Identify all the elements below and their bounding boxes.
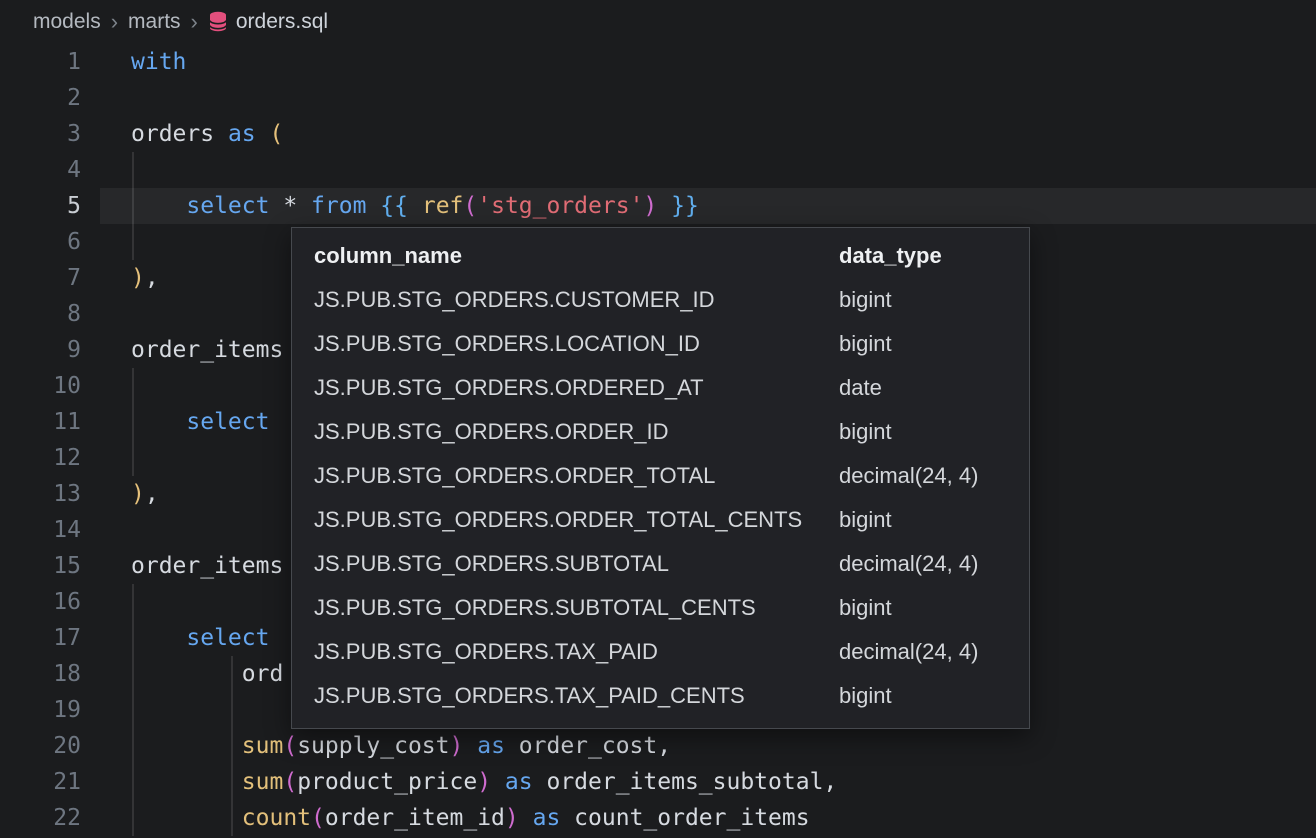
data-type-cell: bigint bbox=[839, 507, 1029, 533]
data-type-cell: decimal(24, 4) bbox=[839, 463, 1029, 489]
column-name-cell: JS.PUB.STG_ORDERS.TAX_PAID bbox=[314, 639, 839, 665]
data-type-cell: bigint bbox=[839, 419, 1029, 445]
column-name-cell: JS.PUB.STG_ORDERS.TAX_PAID_CENTS bbox=[314, 683, 839, 709]
popup-row: JS.PUB.STG_ORDERS.ORDERED_ATdate bbox=[292, 366, 1029, 410]
breadcrumb-item-models[interactable]: models bbox=[33, 10, 101, 34]
data-type-cell: bigint bbox=[839, 683, 1029, 709]
indent-guide bbox=[132, 584, 134, 620]
data-type-cell: decimal(24, 4) bbox=[839, 551, 1029, 577]
column-name-cell: JS.PUB.STG_ORDERS.SUBTOTAL_CENTS bbox=[314, 595, 839, 621]
line-number: 21 bbox=[0, 764, 81, 800]
column-name-cell: JS.PUB.STG_ORDERS.LOCATION_ID bbox=[314, 331, 839, 357]
column-name-cell: JS.PUB.STG_ORDERS.ORDER_TOTAL bbox=[314, 463, 839, 489]
popup-row: JS.PUB.STG_ORDERS.SUBTOTAL_CENTSbigint bbox=[292, 586, 1029, 630]
breadcrumb-item-orders-sql[interactable]: orders.sql bbox=[236, 10, 328, 34]
popup-row: JS.PUB.STG_ORDERS.TAX_PAID_CENTSbigint bbox=[292, 674, 1029, 718]
data-type-header: data_type bbox=[839, 243, 1029, 269]
indent-guide bbox=[132, 440, 134, 476]
data-type-cell: decimal(24, 4) bbox=[839, 639, 1029, 665]
popup-header-row: column_namedata_type bbox=[292, 234, 1029, 278]
data-type-cell: date bbox=[839, 375, 1029, 401]
code-line-text[interactable]: select bbox=[131, 620, 269, 656]
line-number: 17 bbox=[0, 620, 81, 656]
code-line-text[interactable]: ), bbox=[131, 476, 159, 512]
line-number: 15 bbox=[0, 548, 81, 584]
line-number: 4 bbox=[0, 152, 81, 188]
line-number: 22 bbox=[0, 800, 81, 836]
code-line-text[interactable]: sum(product_price) as order_items_subtot… bbox=[131, 764, 837, 800]
code-line: 20 sum(supply_cost) as order_cost, bbox=[0, 728, 1316, 764]
line-number: 12 bbox=[0, 440, 81, 476]
column-name-cell: JS.PUB.STG_ORDERS.ORDER_TOTAL_CENTS bbox=[314, 507, 839, 533]
breadcrumb-item-marts[interactable]: marts bbox=[128, 10, 181, 34]
data-type-cell: bigint bbox=[839, 331, 1029, 357]
column-name-header: column_name bbox=[314, 243, 839, 269]
code-line: 5 select * from {{ ref('stg_orders') }} bbox=[0, 188, 1316, 224]
breadcrumb-separator: › bbox=[190, 11, 199, 33]
line-number: 11 bbox=[0, 404, 81, 440]
column-name-cell: JS.PUB.STG_ORDERS.ORDERED_AT bbox=[314, 375, 839, 401]
line-number: 14 bbox=[0, 512, 81, 548]
indent-guide bbox=[132, 692, 134, 728]
line-number: 16 bbox=[0, 584, 81, 620]
popup-row: JS.PUB.STG_ORDERS.SUBTOTALdecimal(24, 4) bbox=[292, 542, 1029, 586]
indent-guide bbox=[132, 368, 134, 404]
line-number: 18 bbox=[0, 656, 81, 692]
breadcrumb-separator: › bbox=[110, 11, 119, 33]
code-line: 21 sum(product_price) as order_items_sub… bbox=[0, 764, 1316, 800]
code-line-text[interactable]: count(order_item_id) as count_order_item… bbox=[131, 800, 810, 836]
popup-row: JS.PUB.STG_ORDERS.ORDER_TOTALdecimal(24,… bbox=[292, 454, 1029, 498]
indent-guide bbox=[132, 224, 134, 260]
popup-row: JS.PUB.STG_ORDERS.LOCATION_IDbigint bbox=[292, 322, 1029, 366]
line-number: 3 bbox=[0, 116, 81, 152]
code-line: 4 bbox=[0, 152, 1316, 188]
column-info-popup: column_namedata_typeJS.PUB.STG_ORDERS.CU… bbox=[291, 227, 1030, 729]
popup-row: JS.PUB.STG_ORDERS.CUSTOMER_IDbigint bbox=[292, 278, 1029, 322]
column-name-cell: JS.PUB.STG_ORDERS.CUSTOMER_ID bbox=[314, 287, 839, 313]
code-line: 2 bbox=[0, 80, 1316, 116]
code-line-text[interactable]: order_items bbox=[131, 548, 283, 584]
code-line-text[interactable]: sum(supply_cost) as order_cost, bbox=[131, 728, 671, 764]
code-line-text[interactable]: select * from {{ ref('stg_orders') }} bbox=[131, 188, 699, 224]
line-number: 9 bbox=[0, 332, 81, 368]
code-line: 1 with bbox=[0, 44, 1316, 80]
popup-row: JS.PUB.STG_ORDERS.ORDER_IDbigint bbox=[292, 410, 1029, 454]
data-type-cell: bigint bbox=[839, 595, 1029, 621]
column-name-cell: JS.PUB.STG_ORDERS.SUBTOTAL bbox=[314, 551, 839, 577]
code-line-text[interactable]: with bbox=[131, 44, 186, 80]
line-number: 19 bbox=[0, 692, 81, 728]
line-number: 1 bbox=[0, 44, 81, 80]
line-number: 2 bbox=[0, 80, 81, 116]
breadcrumb: models › marts › orders.sql bbox=[0, 0, 1316, 44]
line-number: 10 bbox=[0, 368, 81, 404]
column-name-cell: JS.PUB.STG_ORDERS.ORDER_ID bbox=[314, 419, 839, 445]
indent-guide bbox=[231, 692, 233, 728]
code-line-text[interactable]: order_items bbox=[131, 332, 283, 368]
line-number: 8 bbox=[0, 296, 81, 332]
code-line-text[interactable]: ord bbox=[131, 656, 283, 692]
code-line: 22 count(order_item_id) as count_order_i… bbox=[0, 800, 1316, 836]
code-line-text[interactable]: ), bbox=[131, 260, 159, 296]
line-number: 6 bbox=[0, 224, 81, 260]
code-line: 3 orders as ( bbox=[0, 116, 1316, 152]
popup-row: JS.PUB.STG_ORDERS.ORDER_TOTAL_CENTSbigin… bbox=[292, 498, 1029, 542]
line-number: 20 bbox=[0, 728, 81, 764]
database-icon bbox=[208, 11, 228, 33]
data-type-cell: bigint bbox=[839, 287, 1029, 313]
popup-row: JS.PUB.STG_ORDERS.TAX_PAIDdecimal(24, 4) bbox=[292, 630, 1029, 674]
code-line-text[interactable]: select bbox=[131, 404, 269, 440]
line-number: 7 bbox=[0, 260, 81, 296]
indent-guide bbox=[132, 152, 134, 188]
code-line-text[interactable]: orders as ( bbox=[131, 116, 283, 152]
line-number: 13 bbox=[0, 476, 81, 512]
line-number: 5 bbox=[0, 188, 81, 224]
